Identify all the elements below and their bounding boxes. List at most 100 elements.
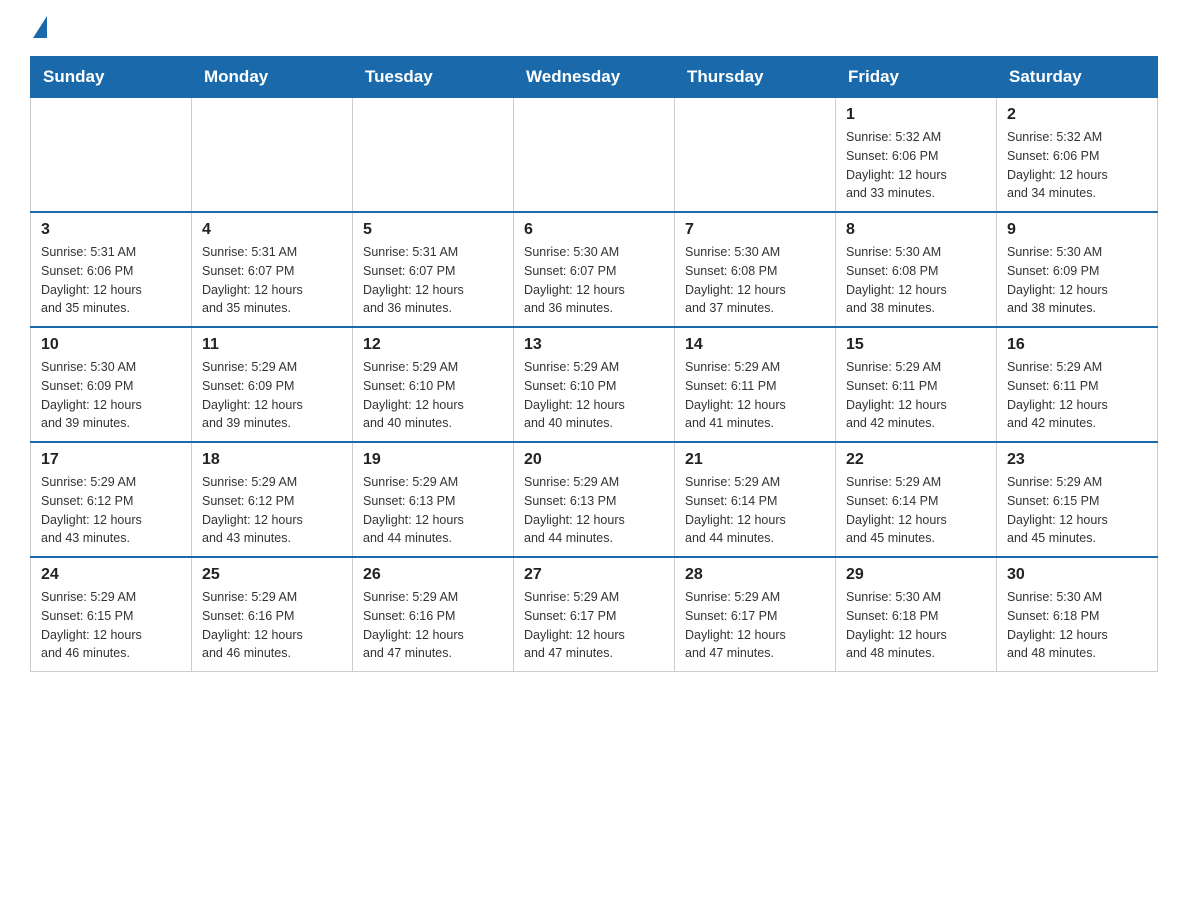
calendar-week-row: 10 Sunrise: 5:30 AMSunset: 6:09 PMDayligh… bbox=[31, 327, 1158, 442]
calendar-week-row: 3 Sunrise: 5:31 AMSunset: 6:06 PMDaylight… bbox=[31, 212, 1158, 327]
calendar-cell: 27 Sunrise: 5:29 AMSunset: 6:17 PMDayligh… bbox=[514, 557, 675, 672]
day-sun-info: Sunrise: 5:29 AMSunset: 6:16 PMDaylight:… bbox=[202, 588, 342, 663]
calendar-cell: 28 Sunrise: 5:29 AMSunset: 6:17 PMDayligh… bbox=[675, 557, 836, 672]
calendar-week-row: 17 Sunrise: 5:29 AMSunset: 6:12 PMDayligh… bbox=[31, 442, 1158, 557]
day-sun-info: Sunrise: 5:29 AMSunset: 6:10 PMDaylight:… bbox=[363, 358, 503, 433]
day-sun-info: Sunrise: 5:30 AMSunset: 6:18 PMDaylight:… bbox=[846, 588, 986, 663]
day-sun-info: Sunrise: 5:29 AMSunset: 6:16 PMDaylight:… bbox=[363, 588, 503, 663]
calendar-table: SundayMondayTuesdayWednesdayThursdayFrid… bbox=[30, 56, 1158, 672]
day-number: 27 bbox=[524, 566, 664, 584]
calendar-cell bbox=[675, 98, 836, 213]
logo bbox=[30, 20, 47, 36]
calendar-cell: 25Sunrise: 5:29 AMSunset: 6:16 PMDayligh… bbox=[192, 557, 353, 672]
calendar-cell: 19 Sunrise: 5:29 AMSunset: 6:13 PMDayligh… bbox=[353, 442, 514, 557]
day-number: 8 bbox=[846, 221, 986, 239]
calendar-cell: 3 Sunrise: 5:31 AMSunset: 6:06 PMDaylight… bbox=[31, 212, 192, 327]
day-number: 6 bbox=[524, 221, 664, 239]
calendar-cell: 12 Sunrise: 5:29 AMSunset: 6:10 PMDayligh… bbox=[353, 327, 514, 442]
calendar-cell bbox=[514, 98, 675, 213]
day-sun-info: Sunrise: 5:31 AMSunset: 6:07 PMDaylight:… bbox=[363, 243, 503, 318]
calendar-cell: 5 Sunrise: 5:31 AMSunset: 6:07 PMDaylight… bbox=[353, 212, 514, 327]
day-number: 26 bbox=[363, 566, 503, 584]
logo-triangle-icon bbox=[33, 16, 47, 38]
calendar-cell bbox=[31, 98, 192, 213]
calendar-cell: 23 Sunrise: 5:29 AMSunset: 6:15 PMDayligh… bbox=[997, 442, 1158, 557]
calendar-cell: 13Sunrise: 5:29 AMSunset: 6:10 PMDayligh… bbox=[514, 327, 675, 442]
day-sun-info: Sunrise: 5:30 AMSunset: 6:07 PMDaylight:… bbox=[524, 243, 664, 318]
calendar-cell: 14 Sunrise: 5:29 AMSunset: 6:11 PMDayligh… bbox=[675, 327, 836, 442]
day-number: 1 bbox=[846, 106, 986, 124]
calendar-cell: 4 Sunrise: 5:31 AMSunset: 6:07 PMDaylight… bbox=[192, 212, 353, 327]
calendar-week-row: 24 Sunrise: 5:29 AMSunset: 6:15 PMDayligh… bbox=[31, 557, 1158, 672]
calendar-cell: 22Sunrise: 5:29 AMSunset: 6:14 PMDayligh… bbox=[836, 442, 997, 557]
day-sun-info: Sunrise: 5:30 AMSunset: 6:08 PMDaylight:… bbox=[846, 243, 986, 318]
weekday-header-wednesday: Wednesday bbox=[514, 57, 675, 98]
calendar-cell: 1 Sunrise: 5:32 AMSunset: 6:06 PMDaylight… bbox=[836, 98, 997, 213]
calendar-cell: 6 Sunrise: 5:30 AMSunset: 6:07 PMDaylight… bbox=[514, 212, 675, 327]
day-number: 2 bbox=[1007, 106, 1147, 124]
day-number: 16 bbox=[1007, 336, 1147, 354]
day-sun-info: Sunrise: 5:30 AMSunset: 6:18 PMDaylight:… bbox=[1007, 588, 1147, 663]
day-number: 24 bbox=[41, 566, 181, 584]
calendar-cell bbox=[353, 98, 514, 213]
day-number: 19 bbox=[363, 451, 503, 469]
day-number: 29 bbox=[846, 566, 986, 584]
day-sun-info: Sunrise: 5:32 AMSunset: 6:06 PMDaylight:… bbox=[1007, 128, 1147, 203]
day-sun-info: Sunrise: 5:31 AMSunset: 6:06 PMDaylight:… bbox=[41, 243, 181, 318]
day-number: 18 bbox=[202, 451, 342, 469]
day-sun-info: Sunrise: 5:29 AMSunset: 6:09 PMDaylight:… bbox=[202, 358, 342, 433]
day-number: 15 bbox=[846, 336, 986, 354]
page-header bbox=[30, 20, 1158, 36]
calendar-cell: 18 Sunrise: 5:29 AMSunset: 6:12 PMDayligh… bbox=[192, 442, 353, 557]
calendar-cell: 8 Sunrise: 5:30 AMSunset: 6:08 PMDaylight… bbox=[836, 212, 997, 327]
day-number: 12 bbox=[363, 336, 503, 354]
day-number: 3 bbox=[41, 221, 181, 239]
day-number: 5 bbox=[363, 221, 503, 239]
calendar-cell: 15 Sunrise: 5:29 AMSunset: 6:11 PMDayligh… bbox=[836, 327, 997, 442]
day-sun-info: Sunrise: 5:29 AMSunset: 6:17 PMDaylight:… bbox=[524, 588, 664, 663]
calendar-header-row: SundayMondayTuesdayWednesdayThursdayFrid… bbox=[31, 57, 1158, 98]
weekday-header-sunday: Sunday bbox=[31, 57, 192, 98]
day-sun-info: Sunrise: 5:29 AMSunset: 6:13 PMDaylight:… bbox=[524, 473, 664, 548]
calendar-cell: 29 Sunrise: 5:30 AMSunset: 6:18 PMDayligh… bbox=[836, 557, 997, 672]
day-sun-info: Sunrise: 5:29 AMSunset: 6:13 PMDaylight:… bbox=[363, 473, 503, 548]
calendar-cell: 20Sunrise: 5:29 AMSunset: 6:13 PMDayligh… bbox=[514, 442, 675, 557]
day-sun-info: Sunrise: 5:29 AMSunset: 6:11 PMDaylight:… bbox=[846, 358, 986, 433]
day-number: 30 bbox=[1007, 566, 1147, 584]
calendar-cell: 7Sunrise: 5:30 AMSunset: 6:08 PMDaylight… bbox=[675, 212, 836, 327]
day-number: 21 bbox=[685, 451, 825, 469]
day-sun-info: Sunrise: 5:29 AMSunset: 6:12 PMDaylight:… bbox=[202, 473, 342, 548]
day-number: 23 bbox=[1007, 451, 1147, 469]
day-sun-info: Sunrise: 5:29 AMSunset: 6:15 PMDaylight:… bbox=[1007, 473, 1147, 548]
day-sun-info: Sunrise: 5:29 AMSunset: 6:11 PMDaylight:… bbox=[1007, 358, 1147, 433]
calendar-cell bbox=[192, 98, 353, 213]
day-sun-info: Sunrise: 5:29 AMSunset: 6:10 PMDaylight:… bbox=[524, 358, 664, 433]
day-number: 17 bbox=[41, 451, 181, 469]
calendar-cell: 26 Sunrise: 5:29 AMSunset: 6:16 PMDayligh… bbox=[353, 557, 514, 672]
day-sun-info: Sunrise: 5:29 AMSunset: 6:15 PMDaylight:… bbox=[41, 588, 181, 663]
day-sun-info: Sunrise: 5:29 AMSunset: 6:11 PMDaylight:… bbox=[685, 358, 825, 433]
day-number: 4 bbox=[202, 221, 342, 239]
day-sun-info: Sunrise: 5:30 AMSunset: 6:09 PMDaylight:… bbox=[41, 358, 181, 433]
weekday-header-monday: Monday bbox=[192, 57, 353, 98]
day-number: 14 bbox=[685, 336, 825, 354]
weekday-header-saturday: Saturday bbox=[997, 57, 1158, 98]
weekday-header-friday: Friday bbox=[836, 57, 997, 98]
day-sun-info: Sunrise: 5:31 AMSunset: 6:07 PMDaylight:… bbox=[202, 243, 342, 318]
day-sun-info: Sunrise: 5:30 AMSunset: 6:08 PMDaylight:… bbox=[685, 243, 825, 318]
day-number: 22 bbox=[846, 451, 986, 469]
day-sun-info: Sunrise: 5:32 AMSunset: 6:06 PMDaylight:… bbox=[846, 128, 986, 203]
calendar-cell: 9Sunrise: 5:30 AMSunset: 6:09 PMDaylight… bbox=[997, 212, 1158, 327]
calendar-cell: 2 Sunrise: 5:32 AMSunset: 6:06 PMDaylight… bbox=[997, 98, 1158, 213]
calendar-cell: 11 Sunrise: 5:29 AMSunset: 6:09 PMDayligh… bbox=[192, 327, 353, 442]
day-number: 10 bbox=[41, 336, 181, 354]
calendar-cell: 17 Sunrise: 5:29 AMSunset: 6:12 PMDayligh… bbox=[31, 442, 192, 557]
calendar-cell: 30 Sunrise: 5:30 AMSunset: 6:18 PMDayligh… bbox=[997, 557, 1158, 672]
day-sun-info: Sunrise: 5:29 AMSunset: 6:14 PMDaylight:… bbox=[685, 473, 825, 548]
calendar-week-row: 1 Sunrise: 5:32 AMSunset: 6:06 PMDaylight… bbox=[31, 98, 1158, 213]
day-number: 11 bbox=[202, 336, 342, 354]
day-number: 28 bbox=[685, 566, 825, 584]
day-sun-info: Sunrise: 5:29 AMSunset: 6:17 PMDaylight:… bbox=[685, 588, 825, 663]
calendar-cell: 21 Sunrise: 5:29 AMSunset: 6:14 PMDayligh… bbox=[675, 442, 836, 557]
day-sun-info: Sunrise: 5:29 AMSunset: 6:12 PMDaylight:… bbox=[41, 473, 181, 548]
